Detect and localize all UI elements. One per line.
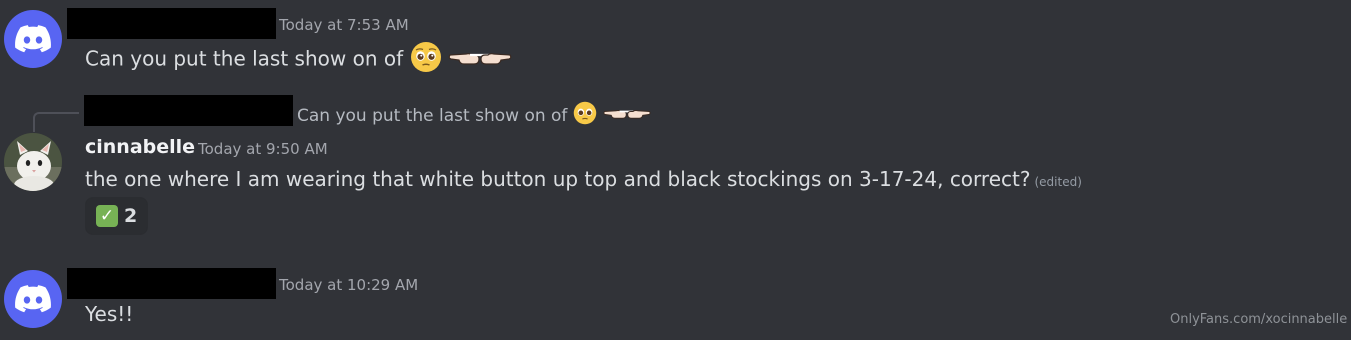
cat-avatar-image — [4, 133, 62, 191]
message-timestamp: Today at 9:50 AM — [198, 140, 328, 158]
message-content: the one where I am wearing that white bu… — [85, 166, 1082, 195]
redacted-username — [67, 8, 276, 39]
pointing-fingers-emoji-icon[interactable] — [448, 41, 512, 79]
message-content: Can you put the last show on of — [85, 41, 512, 79]
message-timestamp: Today at 10:29 AM — [279, 276, 419, 294]
redacted-username — [67, 268, 276, 299]
edited-label: (edited) — [1034, 175, 1082, 189]
redacted-replied-username — [84, 95, 293, 126]
message-text: the one where I am wearing that white bu… — [85, 167, 1031, 191]
reply-preview-text: Can you put the last show on of — [297, 106, 568, 126]
watermark: OnlyFans.com/xocinnabelle — [1170, 312, 1348, 327]
reply-preview[interactable]: Can you put the last show on of — [297, 101, 652, 131]
message-text: Can you put the last show on of — [85, 46, 404, 71]
chat-view: Today at 7:53 AM Can you put the last sh… — [0, 0, 1351, 340]
white-check-mark-emoji-icon: ✓ — [96, 205, 118, 227]
discord-logo-icon — [15, 285, 51, 313]
reaction-check-mark[interactable]: ✓ 2 — [85, 197, 149, 235]
discord-logo-icon — [15, 25, 51, 53]
cinnabelle-avatar[interactable] — [4, 133, 62, 191]
message-text: Yes!! — [85, 302, 134, 326]
user-avatar[interactable] — [4, 270, 62, 328]
reply-spine — [33, 112, 79, 132]
pointing-fingers-emoji-icon — [602, 101, 652, 131]
pleading-face-emoji-icon[interactable] — [410, 41, 442, 79]
reaction-count: 2 — [124, 205, 138, 227]
message-username[interactable]: cinnabelle — [85, 135, 195, 159]
user-avatar[interactable] — [4, 10, 62, 68]
message-timestamp: Today at 7:53 AM — [279, 16, 409, 34]
pleading-face-emoji-icon — [573, 101, 597, 131]
